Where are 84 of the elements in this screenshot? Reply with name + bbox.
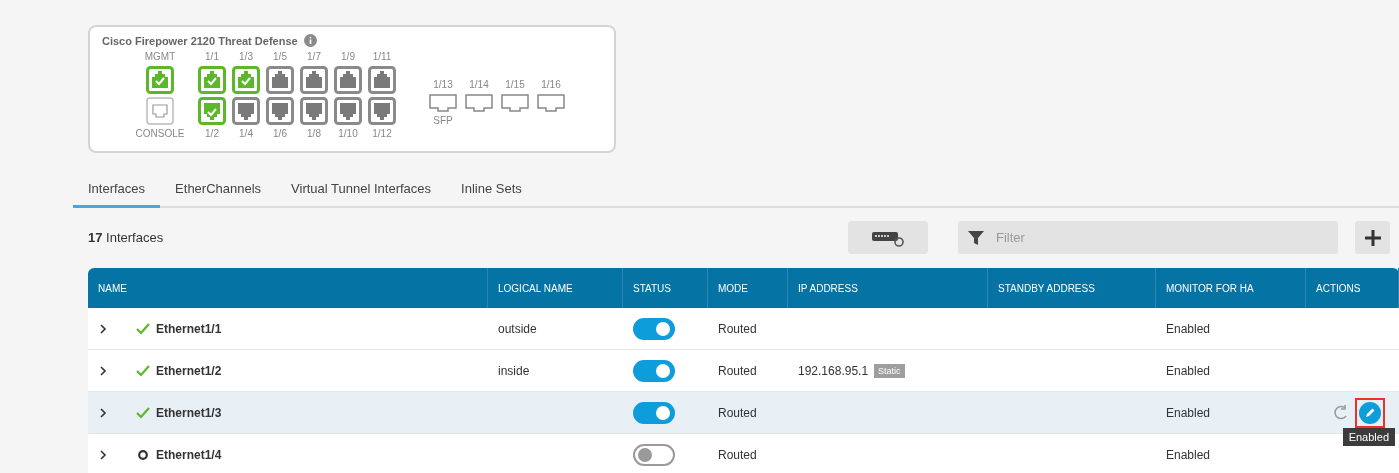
port-icon[interactable] <box>198 97 226 125</box>
tab[interactable]: Virtual Tunnel Interfaces <box>276 175 447 208</box>
port-icon[interactable] <box>198 66 226 94</box>
status-toggle[interactable] <box>633 359 675 382</box>
table-cell: outside <box>498 321 537 336</box>
port-label: 1/16 <box>541 79 561 91</box>
port-label: 1/11 <box>372 51 392 63</box>
edit-button[interactable] <box>1355 397 1385 428</box>
status-toggle[interactable] <box>633 317 675 340</box>
port-label: 1/15 <box>505 79 525 91</box>
sfp-port-icon[interactable] <box>537 94 565 112</box>
table-row[interactable]: Ethernet1/1 outside Routed Enabled <box>88 308 1399 350</box>
table-cell: Ethernet1/4 <box>156 447 222 462</box>
port-label: CONSOLE <box>135 128 185 140</box>
port-label: 1/7 <box>307 51 321 63</box>
port-icon[interactable] <box>146 66 174 94</box>
table-cell: Routed <box>718 447 757 462</box>
sfp-port-icon[interactable] <box>429 94 457 112</box>
port-icon[interactable] <box>232 97 260 125</box>
table-cell: Ethernet1/3 <box>156 405 222 420</box>
tab[interactable]: Inline Sets <box>446 175 537 208</box>
filter-field[interactable]: Filter <box>958 221 1338 254</box>
column-header: LOGICAL NAME <box>498 282 573 294</box>
port-icon[interactable] <box>266 97 294 125</box>
tab[interactable]: Interfaces <box>73 175 161 208</box>
info-icon[interactable] <box>303 34 317 47</box>
table-cell: inside <box>498 363 530 378</box>
expand-icon[interactable] <box>98 406 108 419</box>
status-toggle[interactable] <box>633 401 675 424</box>
port-icon[interactable] <box>266 66 294 94</box>
port-label: 1/9 <box>341 51 355 63</box>
column-header: ACTIONS <box>1316 282 1361 294</box>
port-label: 1/1 <box>205 51 219 63</box>
port-label: SFP <box>433 115 453 127</box>
table-cell: Enabled <box>1166 363 1211 378</box>
table-cell: Ethernet1/2 <box>156 363 222 378</box>
port-icon[interactable] <box>232 66 260 94</box>
port-label: 1/13 <box>433 79 453 91</box>
expand-icon[interactable] <box>98 364 108 377</box>
expand-icon[interactable] <box>98 322 108 335</box>
expand-icon[interactable] <box>98 448 108 461</box>
port-label: 1/12 <box>372 128 392 140</box>
port-label: 1/3 <box>239 51 253 63</box>
table-cell: Routed <box>718 363 757 378</box>
tooltip: Enabled <box>1342 427 1395 446</box>
table-cell: Enabled <box>1166 405 1211 420</box>
port-icon[interactable] <box>300 66 328 94</box>
device-title: Cisco Firepower 2120 Threat Defense <box>102 34 298 47</box>
port-label: 1/5 <box>273 51 287 63</box>
add-button[interactable] <box>1355 221 1390 254</box>
column-header: STANDBY ADDRESS <box>998 282 1095 294</box>
port-label: MGMT <box>144 51 176 63</box>
status-toggle[interactable] <box>633 443 675 466</box>
table-cell: Enabled <box>1166 447 1211 462</box>
table-cell: Enabled <box>1166 321 1211 336</box>
port-label: 1/2 <box>205 128 219 140</box>
interface-count: 17 Interfaces <box>88 230 164 245</box>
ip-type-tag: Static <box>874 363 905 378</box>
port-icon[interactable] <box>334 97 362 125</box>
table-row[interactable]: Ethernet1/2 inside Routed 192.168.95.1 Static Enabled <box>88 350 1399 392</box>
port-label: 1/14 <box>469 79 489 91</box>
column-header: MONITOR FOR HA <box>1166 282 1254 294</box>
edit-icon <box>1359 401 1381 424</box>
port-icon[interactable] <box>300 97 328 125</box>
column-header: MODE <box>718 282 748 294</box>
port-icon[interactable] <box>368 66 396 94</box>
table-cell: Routed <box>718 405 757 420</box>
port-label: 1/8 <box>307 128 321 140</box>
device-sync-button[interactable] <box>848 221 928 254</box>
port-label: 1/6 <box>273 128 287 140</box>
table-cell: Routed <box>718 321 757 336</box>
port-icon[interactable] <box>368 97 396 125</box>
column-header: IP ADDRESS <box>798 282 858 294</box>
port-label: 1/4 <box>239 128 253 140</box>
table-cell: 192.168.95.1 <box>798 363 869 378</box>
port-icon[interactable] <box>334 66 362 94</box>
table-cell: Ethernet1/1 <box>156 321 222 336</box>
port-label: 1/10 <box>338 128 358 140</box>
sfp-port-icon[interactable] <box>465 94 493 112</box>
sfp-port-icon[interactable] <box>501 94 529 112</box>
column-header: STATUS <box>633 282 671 294</box>
plus-icon <box>1364 229 1381 246</box>
tab[interactable]: EtherChannels <box>160 175 277 208</box>
column-header: NAME <box>98 282 127 294</box>
